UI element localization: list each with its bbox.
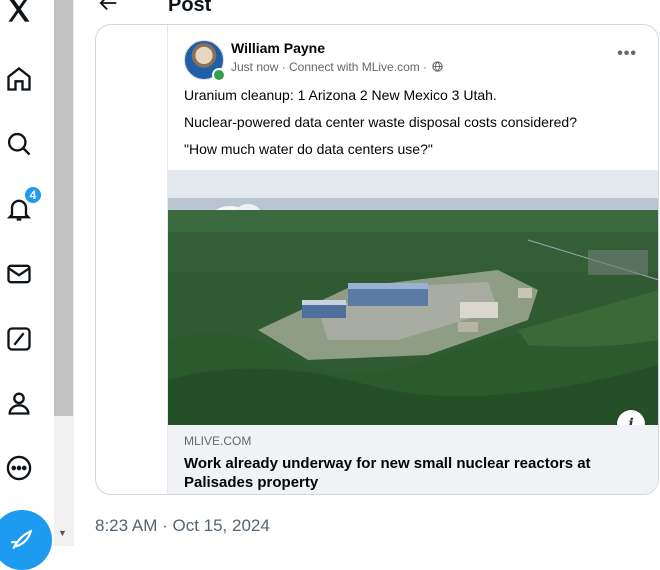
link-preview[interactable]: MLIVE.COM Work already underway for new … — [168, 425, 658, 494]
home-icon[interactable] — [3, 63, 35, 95]
more-options-button[interactable]: ••• — [617, 45, 637, 63]
post-text-line: Uranium cleanup: 1 Arizona 2 New Mexico … — [184, 87, 497, 103]
post-timestamp[interactable]: 8:23 AM · Oct 15, 2024 — [95, 516, 270, 536]
post-text-line: "How much water do data centers use?" — [184, 141, 433, 157]
scroll-down-arrow-icon[interactable]: ▼ — [58, 528, 68, 542]
messages-icon[interactable] — [3, 258, 35, 290]
grok-icon[interactable] — [3, 323, 35, 355]
left-nav: 4 — [0, 0, 54, 570]
embedded-facebook-post: William Payne Just now · Connect with ML… — [167, 25, 658, 494]
author-name[interactable]: William Payne — [231, 40, 325, 56]
online-status-dot — [212, 68, 226, 82]
post-media-card[interactable]: William Payne Just now · Connect with ML… — [95, 24, 659, 495]
post-meta: Just now · Connect with MLive.com · — [231, 60, 444, 74]
aerial-photo-graphic — [168, 170, 658, 425]
notifications-bell-icon[interactable]: 4 — [3, 185, 43, 225]
aerial-photo-nuclear-site[interactable] — [168, 170, 658, 425]
back-arrow-icon[interactable] — [98, 0, 120, 14]
post-meta-text: Just now · Connect with MLive.com · — [231, 60, 428, 74]
compose-post-button[interactable] — [0, 510, 52, 570]
post-text-line: Nuclear-powered data center waste dispos… — [184, 114, 577, 130]
compose-feather-icon — [11, 529, 33, 550]
more-options-icon[interactable] — [3, 452, 35, 484]
x-logo-icon[interactable] — [3, 0, 35, 26]
link-domain: MLIVE.COM — [184, 434, 252, 448]
profile-icon[interactable] — [3, 387, 35, 419]
page-title: Post — [168, 0, 212, 16]
globe-icon — [432, 61, 444, 72]
search-icon[interactable] — [3, 128, 35, 160]
notification-count-badge: 4 — [23, 185, 43, 205]
link-title[interactable]: Work already underway for new small nucl… — [184, 454, 634, 492]
scrollbar-thumb[interactable] — [54, 0, 73, 416]
